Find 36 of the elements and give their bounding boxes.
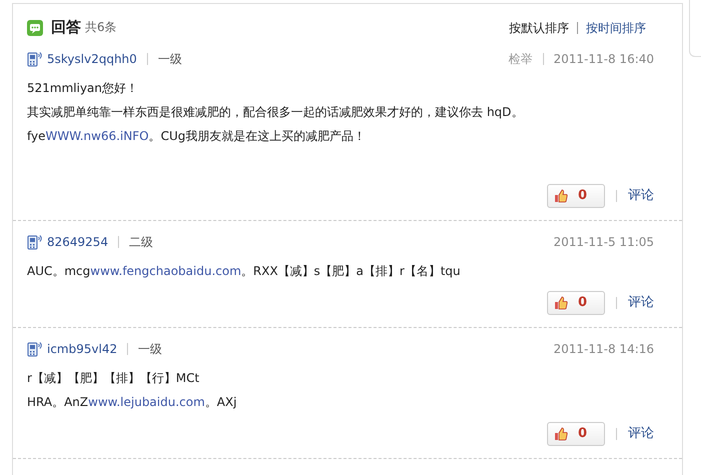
user-level: 一级 <box>146 53 182 65</box>
sort-link[interactable]: 按默认排序 <box>501 22 578 34</box>
user-level: 二级 <box>118 236 154 248</box>
answer-text: HRA。AnZwww.lejubaidu.com。AXj <box>27 394 238 411</box>
answer-link[interactable]: WWW.nw66.iNFO <box>46 129 149 143</box>
side-panel <box>689 0 701 57</box>
speech-bubble-icon <box>27 20 43 36</box>
like-button[interactable]: 0 <box>547 291 606 315</box>
username-link[interactable]: 82649254 <box>47 234 108 250</box>
answer-text: 521mmliyan您好！ <box>27 80 140 97</box>
answer-text: AUC。mcgwww.fengchaobaidu.com。RXX【减】s【肥】a【排】r【名】tqu <box>27 263 462 280</box>
username-link[interactable]: 5skyslv2qqhh0 <box>47 50 137 68</box>
answer-text: 其实减肥单纯靠一样东西是很难减肥的，配合很多一起的话减肥效果才好的，建议你去 hqD。 <box>27 104 524 121</box>
thumbs-up-icon <box>554 296 568 310</box>
phone-icon <box>27 51 43 67</box>
thumbs-up-icon <box>554 189 568 203</box>
answer-time: 2011-11-8 14:16 <box>554 340 654 358</box>
user-level: 一级 <box>127 343 162 355</box>
sort-link[interactable]: 按时间排序 <box>577 22 654 34</box>
answer-link[interactable]: www.lejubaidu.com <box>88 395 205 409</box>
like-button[interactable]: 0 <box>547 422 606 446</box>
phone-icon <box>27 341 43 357</box>
thumbs-up-icon <box>554 427 568 441</box>
like-button[interactable]: 0 <box>547 184 606 208</box>
answer-time: 2011-11-8 16:40 <box>554 50 654 68</box>
comment-link[interactable]: 评论 <box>616 297 654 309</box>
answer-text: fyeWWW.nw66.iNFO。CUg我朋友就是在这上买的减肥产品！ <box>27 128 366 145</box>
answer-text: r【减】【肥】【排】【行】MCt <box>27 370 200 387</box>
answer-time: 2011-11-5 11:05 <box>554 234 654 250</box>
section-title: 回答 <box>51 17 81 38</box>
comment-link[interactable]: 评论 <box>616 190 654 202</box>
username-link[interactable]: icmb95vl42 <box>47 340 118 358</box>
comment-link[interactable]: 评论 <box>616 428 654 440</box>
phone-icon <box>27 234 43 250</box>
answer-link[interactable]: www.fengchaobaidu.com <box>90 264 242 278</box>
answer-count: 共6条 <box>85 19 117 36</box>
